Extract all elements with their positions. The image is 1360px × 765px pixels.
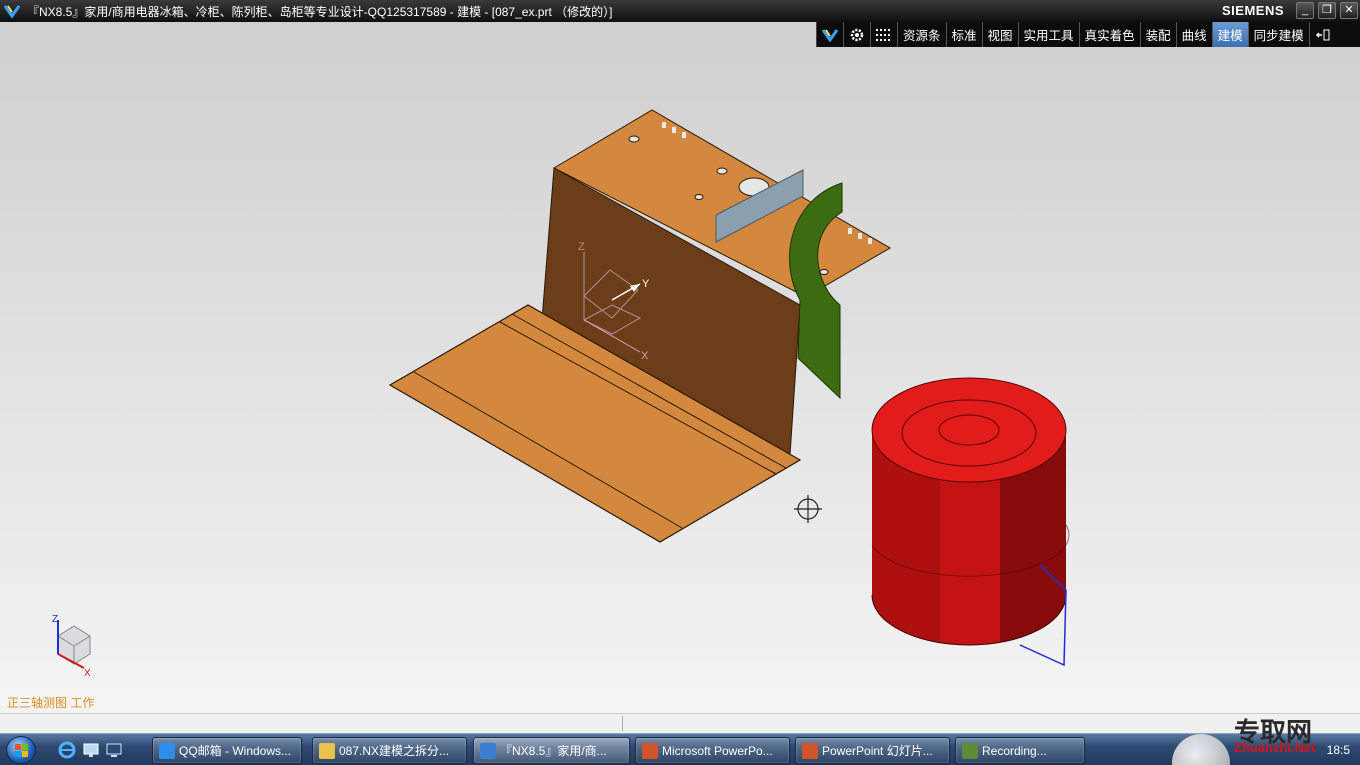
task-recording[interactable]: Recording...: [955, 737, 1085, 764]
ie-icon: [159, 742, 175, 759]
powerpoint-icon: [642, 742, 658, 759]
grid-icon[interactable]: [871, 22, 898, 47]
restore-button[interactable]: ❐: [1318, 2, 1336, 19]
tab-standard[interactable]: 标准: [947, 22, 983, 47]
tab-curve[interactable]: 曲线: [1177, 22, 1213, 47]
red-cylinder: [871, 377, 1070, 646]
model-scene[interactable]: Z Y X Z X: [0, 22, 1360, 713]
tab-view[interactable]: 视图: [983, 22, 1019, 47]
ribbon-options-icon[interactable]: [1310, 22, 1336, 47]
task-nx[interactable]: 『NX8.5』家用/商...: [473, 737, 630, 764]
powerpoint-icon: [802, 742, 818, 759]
windows-flag-icon: [15, 744, 28, 757]
folder-icon: [319, 742, 335, 759]
gear-icon[interactable]: [844, 22, 871, 47]
task-powerpoint-2[interactable]: PowerPoint 幻灯片...: [795, 737, 950, 764]
monitor-quicklaunch-icon[interactable]: [105, 741, 123, 759]
csys-y-label: Y: [642, 278, 650, 290]
graphics-window[interactable]: Z Y X Z X 正三轴测图 工作: [0, 22, 1360, 713]
desktop-quicklaunch-icon[interactable]: [82, 741, 100, 759]
tab-synchronous-modeling[interactable]: 同步建模: [1249, 22, 1310, 47]
nx-logo-icon[interactable]: [817, 22, 844, 47]
watermark-url: Zhuanzhi.Net: [1234, 740, 1316, 755]
tab-resource-bar[interactable]: 资源条: [898, 22, 947, 47]
csys-x-label: X: [641, 350, 649, 362]
tab-utilities[interactable]: 实用工具: [1019, 22, 1080, 47]
clock[interactable]: 18:5: [1327, 743, 1350, 757]
window-title: 『NX8.5』家用/商用电器冰箱、冷柜、陈列柜、岛柜等专业设计-QQ125317…: [27, 4, 613, 19]
graphics-bottom-bar: [0, 713, 1360, 733]
siemens-brand: SIEMENS: [1221, 3, 1284, 18]
task-qq-mail[interactable]: QQ邮箱 - Windows...: [152, 737, 302, 764]
tab-true-shading[interactable]: 真实着色: [1080, 22, 1141, 47]
divider: [622, 716, 623, 731]
watermark-logo: [1172, 734, 1230, 765]
view-triad: [57, 620, 91, 669]
view-orientation-label: 正三轴测图 工作: [7, 696, 95, 710]
triad-z-label: Z: [52, 614, 58, 625]
nx-logo-icon[interactable]: [3, 3, 21, 19]
system-tray: 专取网 Zhuanzhi.Net 18:5: [1170, 718, 1360, 765]
triad-x-label: X: [84, 668, 91, 679]
title-bar: 『NX8.5』家用/商用电器冰箱、冷柜、陈列柜、岛柜等专业设计-QQ125317…: [0, 0, 1360, 22]
tab-assembly[interactable]: 装配: [1141, 22, 1177, 47]
task-powerpoint-1[interactable]: Microsoft PowerPo...: [635, 737, 790, 764]
tab-modeling[interactable]: 建模: [1212, 22, 1249, 47]
windows-taskbar: QQ邮箱 - Windows... 087.NX建模之拆分... 『NX8.5』…: [0, 718, 1360, 765]
recording-icon: [962, 742, 978, 759]
task-folder[interactable]: 087.NX建模之拆分...: [312, 737, 467, 764]
close-button[interactable]: ✕: [1340, 2, 1358, 19]
minimize-button[interactable]: _: [1296, 2, 1314, 19]
crosshair-cursor: [794, 495, 822, 523]
ie-quicklaunch-icon[interactable]: [58, 741, 76, 759]
ribbon-toolbar: 资源条 标准 视图 实用工具 真实着色 装配 曲线 建模 同步建模: [816, 22, 1360, 47]
nx-icon: [480, 742, 496, 759]
csys-z-label: Z: [578, 241, 585, 253]
start-button[interactable]: [6, 736, 36, 764]
